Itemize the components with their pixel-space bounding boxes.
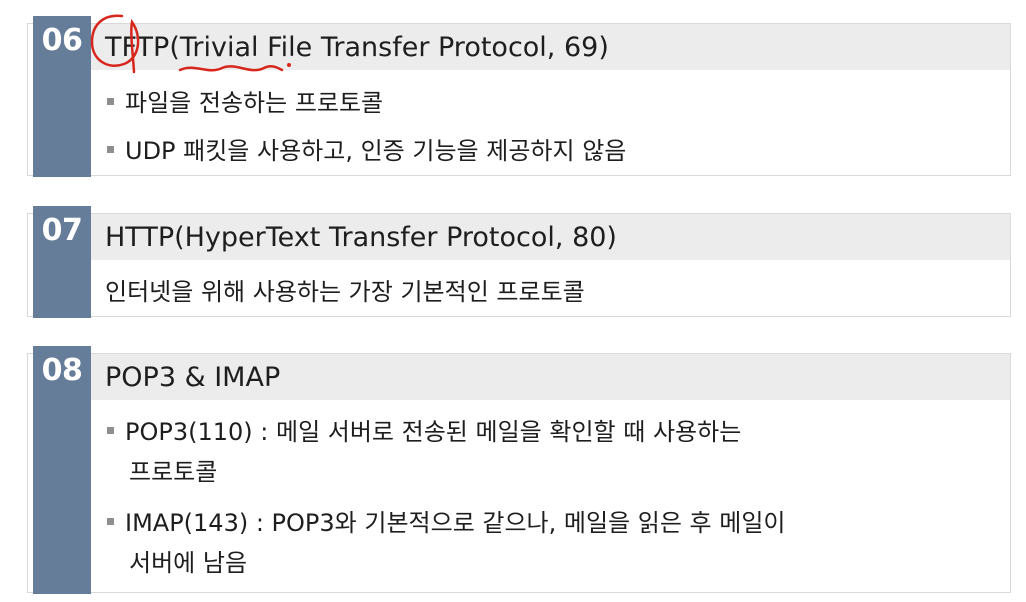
section-08-bullet-1-continuation: 프로토콜 — [129, 458, 218, 486]
bullet-square-icon — [107, 426, 114, 434]
section-07-description: 인터넷을 위해 사용하는 가장 기본적인 프로토콜 — [105, 278, 585, 306]
section-06-bullet-1: 파일을 전송하는 프로토콜 — [107, 86, 383, 120]
bullet-square-icon — [107, 97, 114, 105]
section-06-number-bar: 06 — [33, 16, 91, 177]
section-06-card: 06 TFTP(Trivial File Transfer Protocol, … — [27, 16, 1011, 177]
section-08-bullet-2: IMAP(143) : POP3와 기본적으로 같으나, 메일을 읽은 후 메일… — [107, 506, 786, 540]
section-07-number-bar: 07 — [33, 206, 91, 318]
section-08-number: 08 — [41, 353, 83, 388]
section-08-number-bar: 08 — [33, 346, 91, 594]
bullet-square-icon — [107, 145, 114, 153]
section-08-bullet-2-continuation: 서버에 남음 — [129, 549, 248, 577]
section-08-card: 08 POP3 & IMAP POP3(110) : 메일 서버로 전송된 메일… — [27, 346, 1011, 594]
section-08-title: POP3 & IMAP — [105, 362, 281, 393]
section-06-bullet-2: UDP 패킷을 사용하고, 인증 기능을 제공하지 않음 — [107, 134, 626, 168]
section-07-title: HTTP(HyperText Transfer Protocol, 80) — [105, 222, 617, 253]
section-07-number: 07 — [41, 213, 83, 248]
section-06-title: TFTP(Trivial File Transfer Protocol, 69) — [105, 32, 609, 63]
section-07-card: 07 HTTP(HyperText Transfer Protocol, 80)… — [27, 206, 1011, 318]
section-08-bullet-1: POP3(110) : 메일 서버로 전송된 메일을 확인할 때 사용하는 — [107, 415, 741, 449]
bullet-square-icon — [107, 517, 114, 525]
section-06-number: 06 — [41, 23, 83, 58]
